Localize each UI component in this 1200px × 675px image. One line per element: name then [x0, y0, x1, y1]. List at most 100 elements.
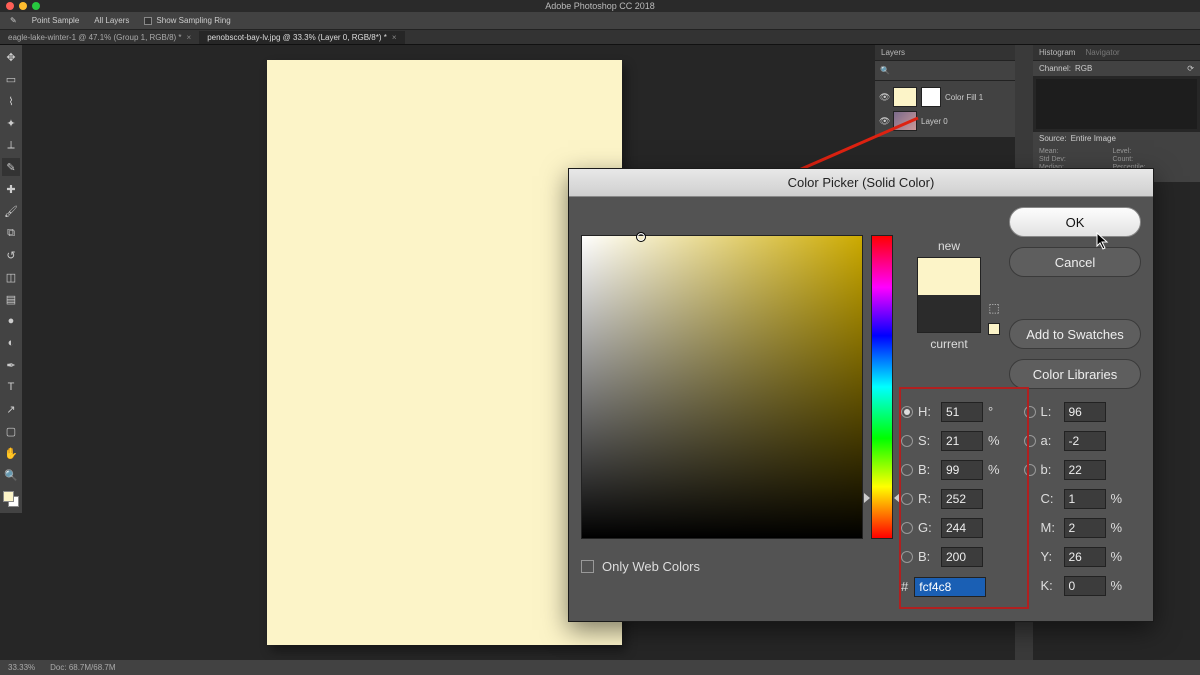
r-radio[interactable] — [901, 493, 913, 505]
sv-cursor[interactable] — [636, 232, 646, 242]
b-radio[interactable] — [1024, 464, 1036, 476]
layers-list: 👁 Color Fill 1 👁 Layer 0 — [875, 81, 1015, 137]
layers-scope[interactable]: All Layers — [94, 16, 129, 25]
options-bar: ✎ Point Sample All Layers Show Sampling … — [0, 12, 1200, 30]
minimize-dot[interactable] — [19, 2, 27, 10]
tools-panel: ✥ ▭ ⌇ ✦ ⟂ ✎ ✚ 🖌 ⧉ ↺ ◫ ▤ ● ◐ ✒ T ↗ ▢ ✋ 🔍 — [0, 45, 22, 513]
zoom-level[interactable]: 33.33% — [8, 663, 35, 672]
hand-tool[interactable]: ✋ — [2, 444, 20, 462]
k-input[interactable] — [1064, 576, 1106, 596]
stamp-tool[interactable]: ⧉ — [2, 224, 20, 242]
g-radio[interactable] — [901, 522, 913, 534]
wand-tool[interactable]: ✦ — [2, 114, 20, 132]
crop-tool[interactable]: ⟂ — [2, 136, 20, 154]
source-label: Source: — [1039, 134, 1067, 143]
fg-bg-swatches[interactable] — [3, 491, 19, 507]
checkbox-icon[interactable] — [581, 560, 594, 573]
current-label: current — [909, 337, 989, 351]
websafe-swatch-icon[interactable] — [988, 323, 1000, 335]
maximize-dot[interactable] — [32, 2, 40, 10]
close-icon[interactable]: × — [392, 33, 397, 42]
cancel-button[interactable]: Cancel — [1009, 247, 1141, 277]
blue-input[interactable] — [941, 547, 983, 567]
visibility-icon[interactable]: 👁 — [879, 92, 889, 102]
dialog-title: Color Picker (Solid Color) — [569, 169, 1153, 197]
channel-dropdown[interactable]: RGB — [1075, 64, 1092, 73]
pen-tool[interactable]: ✒ — [2, 356, 20, 374]
layers-toolbar: 🔍 — [875, 61, 1015, 81]
bright-input[interactable] — [941, 460, 983, 480]
hue-input[interactable] — [941, 402, 983, 422]
zoom-tool[interactable]: 🔍 — [2, 466, 20, 484]
dodge-tool[interactable]: ◐ — [2, 334, 20, 352]
layers-tab[interactable]: Layers — [881, 48, 905, 57]
ok-button[interactable]: OK — [1009, 207, 1141, 237]
layer-mask-thumb[interactable] — [921, 87, 941, 107]
gradient-tool[interactable]: ▤ — [2, 290, 20, 308]
g-input[interactable] — [941, 518, 983, 538]
histogram-tab[interactable]: Histogram — [1039, 48, 1075, 57]
eyedropper-tool[interactable]: ✎ — [2, 158, 20, 176]
hex-input[interactable] — [914, 577, 986, 597]
foreground-swatch[interactable] — [3, 491, 14, 502]
lasso-tool[interactable]: ⌇ — [2, 92, 20, 110]
document-tab[interactable]: eagle-lake-winter-1 @ 47.1% (Group 1, RG… — [0, 31, 199, 44]
hue-marker-icon — [894, 493, 900, 503]
hue-slider[interactable] — [871, 235, 893, 539]
sat-radio[interactable] — [901, 435, 913, 447]
document-tabs: eagle-lake-winter-1 @ 47.1% (Group 1, RG… — [0, 30, 1200, 45]
current-color-swatch[interactable] — [918, 295, 980, 332]
document-tab[interactable]: penobscot-bay-lv.jpg @ 33.3% (Layer 0, R… — [199, 31, 404, 44]
shape-tool[interactable]: ▢ — [2, 422, 20, 440]
close-icon[interactable]: × — [187, 33, 192, 42]
add-to-swatches-button[interactable]: Add to Swatches — [1009, 319, 1141, 349]
l-input[interactable] — [1064, 402, 1106, 422]
m-input[interactable] — [1064, 518, 1106, 538]
show-ring-option[interactable]: Show Sampling Ring — [144, 16, 230, 25]
bright-radio[interactable] — [901, 464, 913, 476]
visibility-icon[interactable]: 👁 — [879, 116, 889, 126]
new-color-swatch[interactable] — [918, 258, 980, 295]
y-input[interactable] — [1064, 547, 1106, 567]
layer-thumb[interactable] — [893, 111, 917, 131]
hex-label: # — [901, 579, 908, 594]
r-input[interactable] — [941, 489, 983, 509]
status-bar: 33.33% Doc: 68.7M/68.7M — [0, 660, 1200, 675]
history-brush-tool[interactable]: ↺ — [2, 246, 20, 264]
layer-name[interactable]: Color Fill 1 — [945, 93, 983, 102]
layer-thumb[interactable] — [893, 87, 917, 107]
gamut-warning-icon[interactable]: ⬚ — [987, 301, 1001, 315]
close-dot[interactable] — [6, 2, 14, 10]
a-input[interactable] — [1064, 431, 1106, 451]
path-tool[interactable]: ↗ — [2, 400, 20, 418]
sample-label[interactable]: Point Sample — [32, 16, 80, 25]
color-libraries-button[interactable]: Color Libraries — [1009, 359, 1141, 389]
saturation-value-field[interactable] — [581, 235, 863, 539]
hue-radio[interactable] — [901, 406, 913, 418]
b-input[interactable] — [1064, 460, 1106, 480]
hue-marker-icon — [864, 493, 870, 503]
l-radio[interactable] — [1024, 406, 1036, 418]
layer-row[interactable]: 👁 Color Fill 1 — [879, 85, 1011, 109]
sat-input[interactable] — [941, 431, 983, 451]
c-input[interactable] — [1064, 489, 1106, 509]
color-value-fields: H:° L: S:% a: B:% b: R: C:% G: M:% B: — [901, 397, 1141, 611]
filter-icon[interactable]: 🔍 — [880, 66, 890, 75]
blur-tool[interactable]: ● — [2, 312, 20, 330]
doc-info[interactable]: Doc: 68.7M/68.7M — [50, 663, 115, 672]
source-dropdown[interactable]: Entire Image — [1071, 134, 1116, 143]
a-radio[interactable] — [1024, 435, 1036, 447]
layer-name[interactable]: Layer 0 — [921, 117, 948, 126]
heal-tool[interactable]: ✚ — [2, 180, 20, 198]
move-tool[interactable]: ✥ — [2, 48, 20, 66]
navigator-tab[interactable]: Navigator — [1085, 48, 1119, 57]
brush-tool[interactable]: 🖌 — [2, 202, 20, 220]
marquee-tool[interactable]: ▭ — [2, 70, 20, 88]
layer-row[interactable]: 👁 Layer 0 — [879, 109, 1011, 133]
refresh-icon[interactable]: ⟳ — [1187, 64, 1194, 73]
checkbox-icon[interactable] — [144, 17, 152, 25]
eraser-tool[interactable]: ◫ — [2, 268, 20, 286]
only-web-colors-option[interactable]: Only Web Colors — [581, 559, 700, 574]
blue-radio[interactable] — [901, 551, 913, 563]
type-tool[interactable]: T — [2, 378, 20, 396]
